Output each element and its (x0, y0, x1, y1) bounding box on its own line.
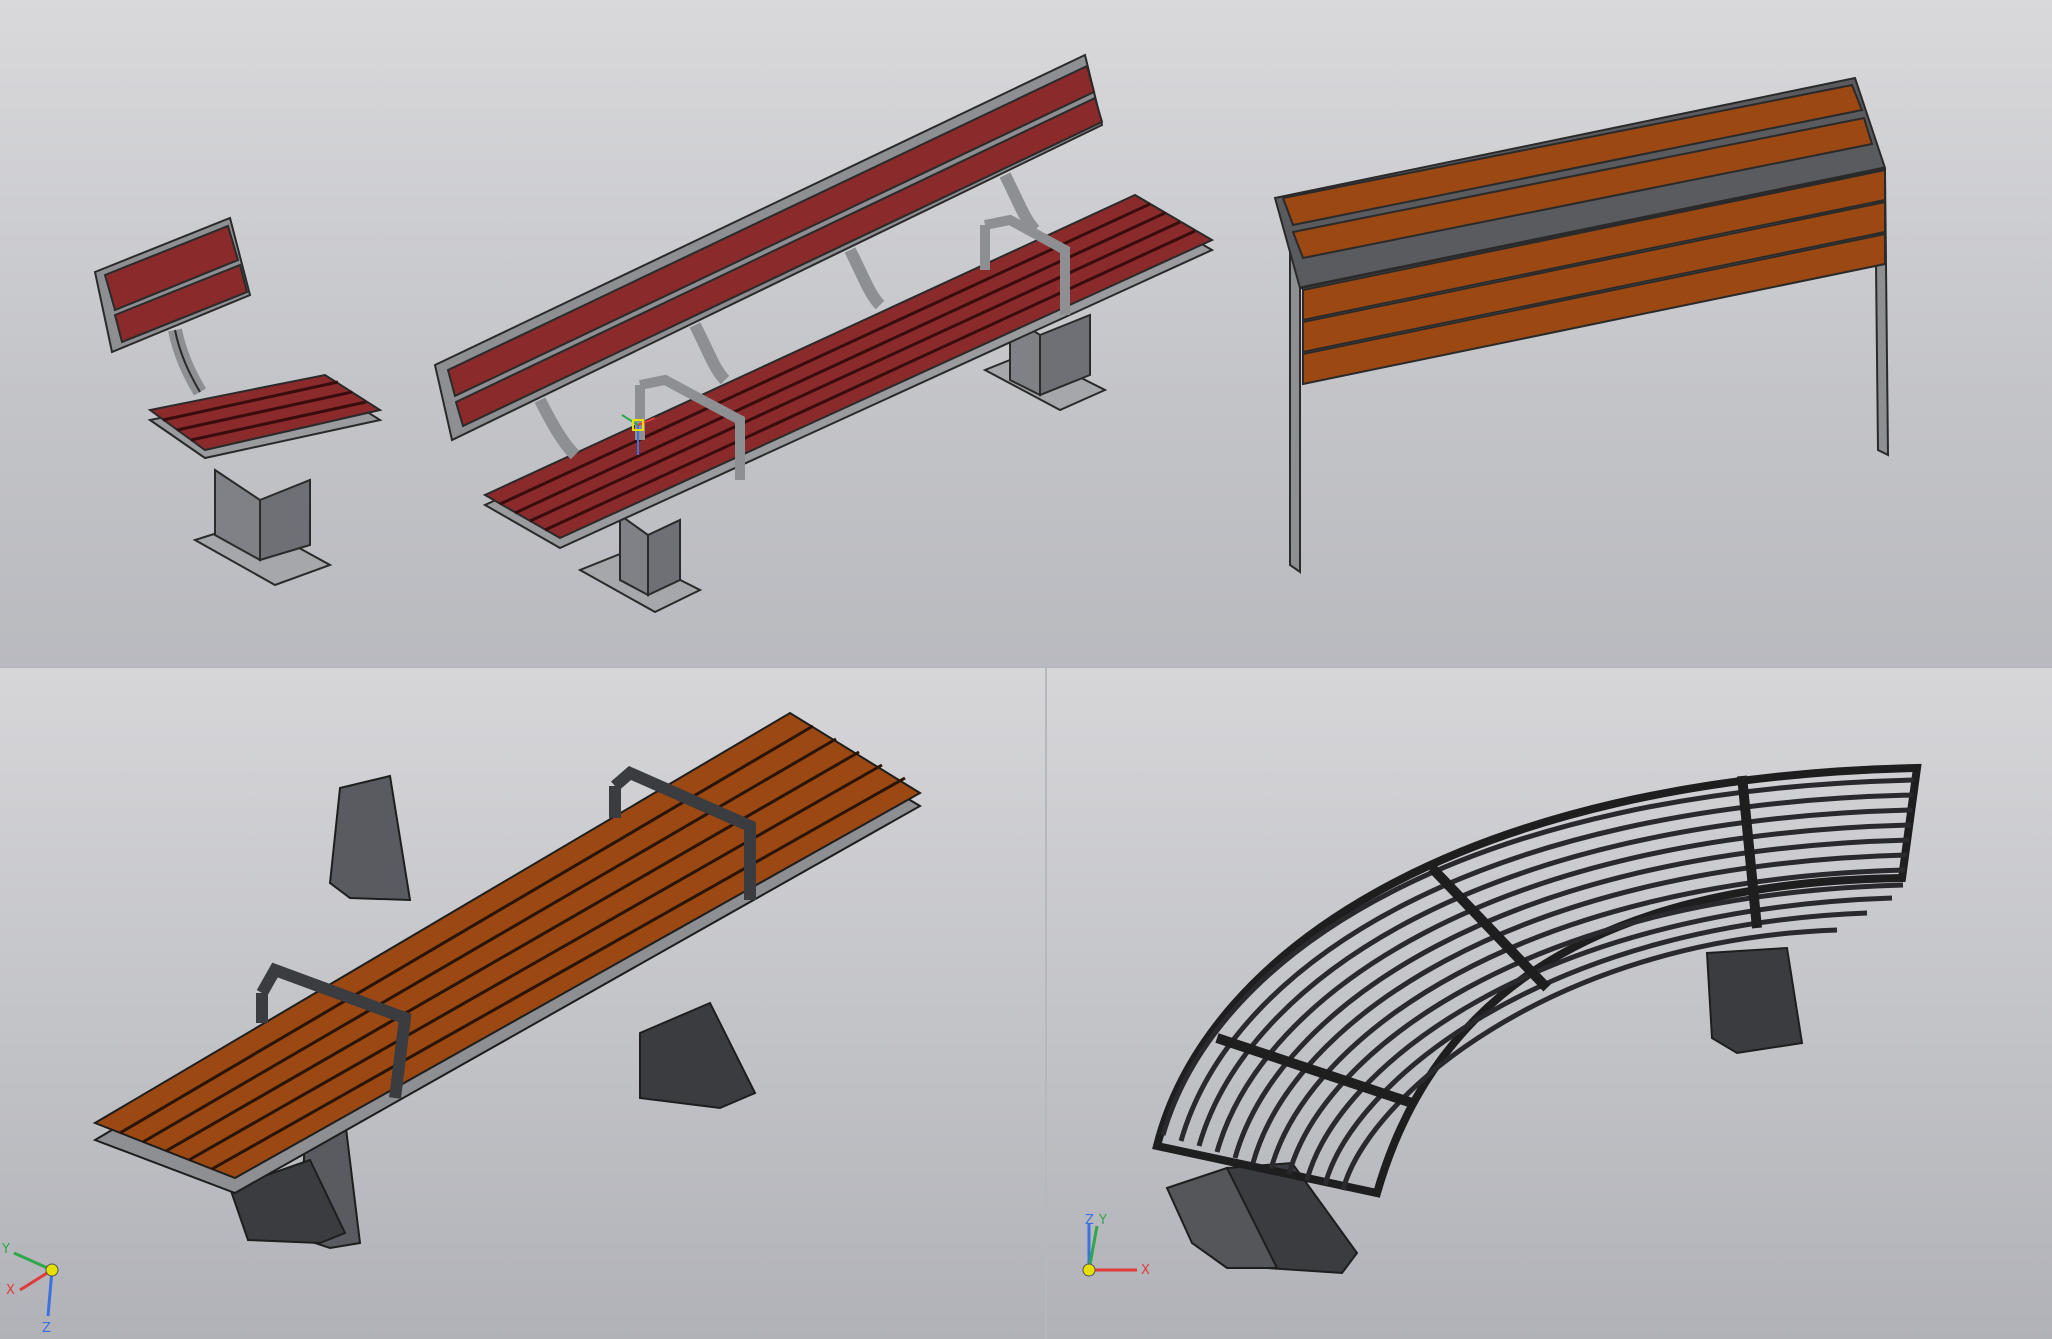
curved-metal-bench-model[interactable] (1152, 763, 1922, 1275)
axis-y-label: Y (1, 1242, 10, 1257)
viewport-bottom-left[interactable]: Y X Z (0, 668, 1045, 1339)
chair-bench-model[interactable] (93, 216, 383, 587)
axis-z-label: Z (42, 1321, 51, 1336)
viewport-top[interactable] (0, 0, 2052, 666)
viewport-bottom-right[interactable]: Z Y X (1047, 668, 2052, 1339)
axis-z-label: Z (1085, 1213, 1094, 1228)
back-panel-bench-model[interactable] (1273, 76, 1890, 574)
axis-x-label: X (6, 1283, 15, 1298)
axis-triad-icon: Y X Z (1, 1242, 59, 1336)
long-bench-with-back-model[interactable] (433, 53, 1215, 614)
axis-triad-icon: Z Y X (1082, 1213, 1150, 1278)
backless-bench-model[interactable] (92, 711, 922, 1250)
axis-y-label: Y (1098, 1213, 1107, 1228)
axis-x-label: X (1141, 1263, 1150, 1278)
